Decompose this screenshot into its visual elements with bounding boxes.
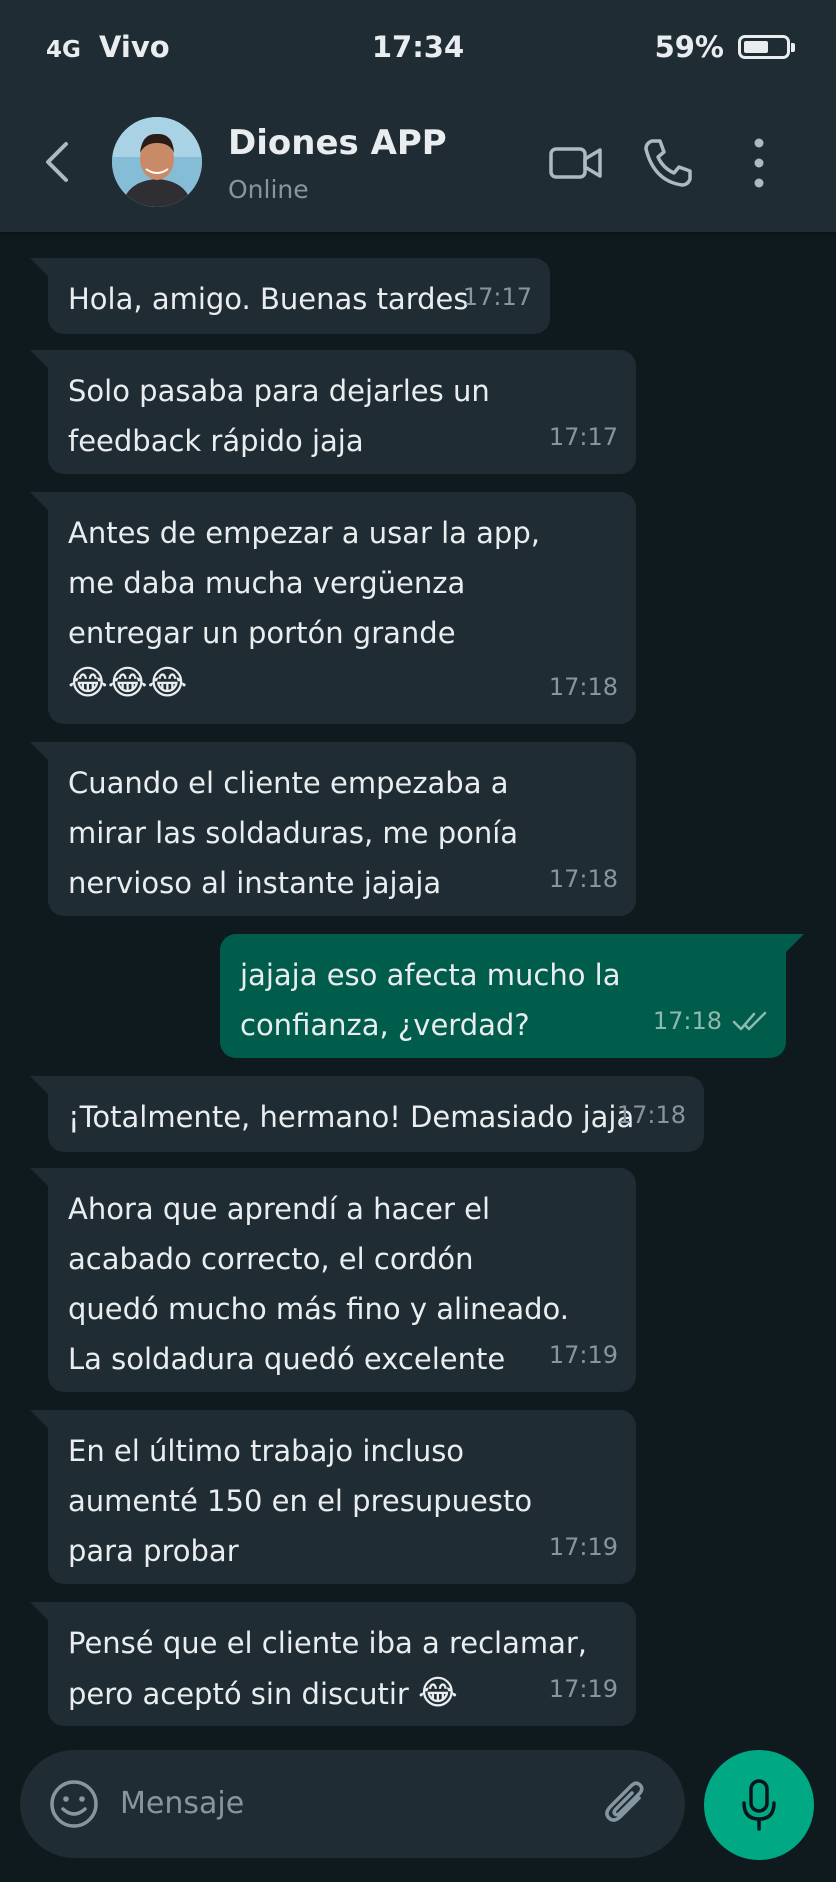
laughing-emoji: 😂 [418, 1673, 458, 1713]
message-time: 17:18 [616, 1101, 686, 1129]
message-incoming[interactable]: En el último trabajo incluso aumenté 150… [30, 1410, 636, 1584]
double-check-icon [732, 1011, 767, 1031]
message-incoming[interactable]: ¡Totalmente, hermano! Demasiado jaja 17:… [30, 1076, 704, 1152]
laughing-emoji: 😂😂😂 [68, 663, 188, 703]
message-time: 17:18 [548, 673, 618, 701]
message-list[interactable]: Hola, amigo. Buenas tardes 17:17 Solo pa… [0, 232, 836, 1732]
message-text: Antes de empezar a usar la app, me daba … [68, 516, 540, 650]
message-text: Solo pasaba para dejarles un feedback rá… [68, 374, 490, 458]
message-time: 17:19 [548, 1533, 618, 1561]
contact-name[interactable]: Diones APP [228, 123, 447, 163]
message-text: Cuando el cliente empezaba a mirar las s… [68, 766, 519, 900]
message-incoming[interactable]: Pensé que el cliente iba a reclamar, per… [30, 1602, 636, 1726]
more-vert-icon[interactable] [744, 135, 774, 191]
mic-button[interactable] [704, 1750, 814, 1860]
message-time: 17:17 [462, 283, 532, 311]
message-text: Ahora que aprendí a hacer el acabado cor… [68, 1192, 569, 1376]
attach-icon[interactable] [601, 1776, 651, 1832]
message-input[interactable]: Mensaje [120, 1786, 244, 1821]
message-composer[interactable]: Mensaje [20, 1750, 685, 1858]
message-time: 17:18 [548, 865, 618, 893]
battery-status: 59% [654, 30, 795, 64]
message-outgoing[interactable]: jajaja eso afecta mucho la confianza, ¿v… [220, 934, 804, 1058]
message-text: En el último trabajo incluso aumenté 150… [68, 1434, 533, 1568]
battery-fill [744, 41, 768, 53]
message-time: 17:19 [548, 1341, 618, 1369]
phone-icon[interactable] [640, 135, 696, 191]
video-call-icon[interactable] [548, 135, 604, 191]
back-arrow-icon[interactable] [40, 140, 74, 184]
message-incoming[interactable]: Cuando el cliente empezaba a mirar las s… [30, 742, 636, 916]
message-incoming[interactable]: Antes de empezar a usar la app, me daba … [30, 492, 636, 724]
message-incoming[interactable]: Hola, amigo. Buenas tardes 17:17 [30, 258, 550, 334]
message-incoming[interactable]: Solo pasaba para dejarles un feedback rá… [30, 350, 636, 474]
mic-icon [742, 1779, 776, 1831]
message-incoming[interactable]: Ahora que aprendí a hacer el acabado cor… [30, 1168, 636, 1392]
message-time: 17:19 [548, 1675, 618, 1703]
battery-percent: 59% [654, 30, 724, 64]
battery-icon [738, 35, 795, 59]
message-text: Pensé que el cliente iba a reclamar, per… [68, 1626, 588, 1711]
message-time: 17:17 [548, 423, 618, 451]
message-text: ¡Totalmente, hermano! Demasiado jaja [68, 1100, 635, 1134]
message-time: 17:18 [652, 1007, 722, 1035]
avatar[interactable] [112, 117, 202, 207]
chat-header: Diones APP Online [0, 95, 836, 232]
emoji-icon[interactable] [48, 1778, 100, 1830]
status-bar: 4G Vivo 17:34 59% [0, 0, 836, 95]
message-text: Hola, amigo. Buenas tardes [68, 282, 469, 316]
avatar-image [112, 117, 202, 207]
contact-status: Online [228, 175, 309, 204]
